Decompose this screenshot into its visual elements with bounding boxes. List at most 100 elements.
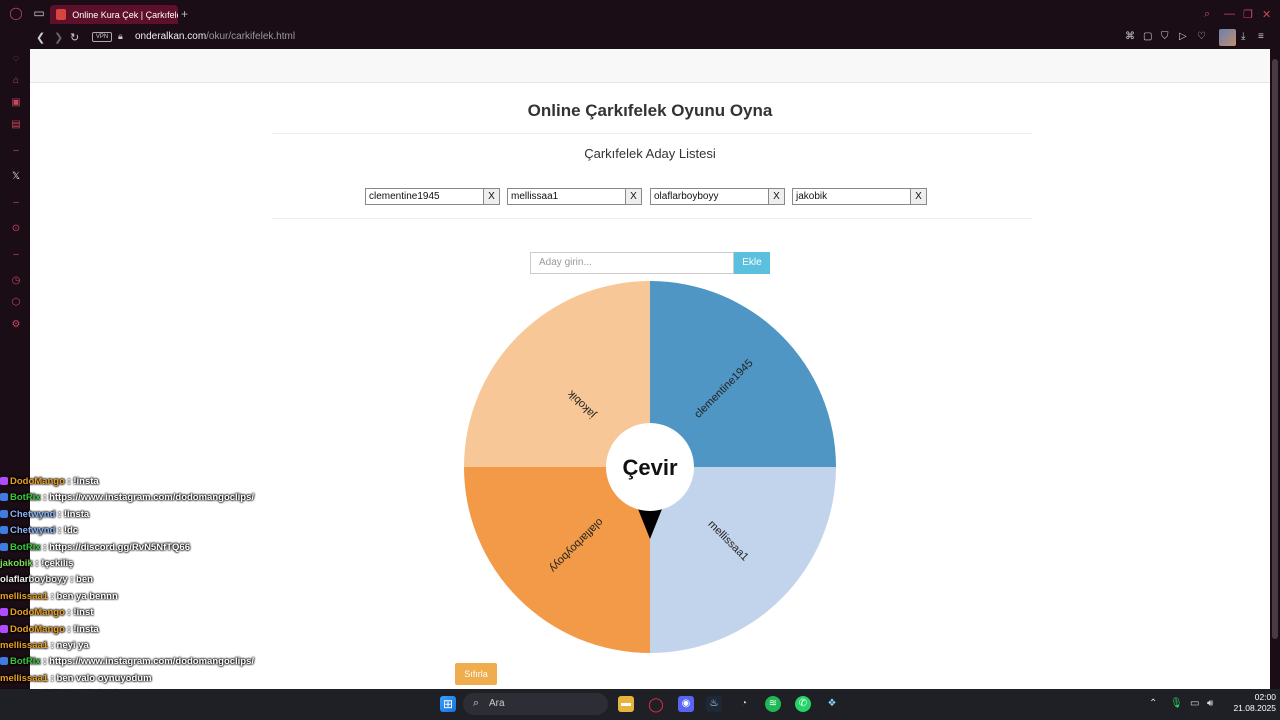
history-icon[interactable]: ◷ bbox=[10, 275, 22, 287]
player-icon[interactable]: ⊙ bbox=[10, 223, 22, 235]
chat-text: : !insta bbox=[55, 508, 90, 520]
candidate-name-field[interactable]: clementine1945 bbox=[365, 188, 484, 205]
page-scrollbar[interactable] bbox=[1270, 49, 1280, 689]
news-icon[interactable]: ▤ bbox=[10, 119, 22, 131]
opera-icon[interactable]: ◯ bbox=[648, 696, 664, 712]
new-tab-button[interactable]: + bbox=[181, 7, 188, 21]
search-tabs-icon[interactable]: ⌕ bbox=[1204, 8, 1210, 21]
wheel[interactable]: clementine1945 mellissaa1 olaflarboyboyy… bbox=[464, 281, 836, 653]
opera-logo-icon[interactable]: ◯ bbox=[9, 6, 23, 20]
candidate-name-field[interactable]: mellissaa1 bbox=[507, 188, 626, 205]
aria-icon[interactable]: ◌ bbox=[10, 53, 22, 65]
clock-time: 02:00 bbox=[1254, 692, 1276, 702]
back-icon[interactable]: ❮ bbox=[36, 31, 45, 44]
chat-username: mellissaa1 bbox=[0, 640, 49, 652]
mic-badge-icon bbox=[0, 608, 8, 617]
chat-text: : !inst bbox=[64, 607, 94, 619]
chat-username: olaflarboyboyy bbox=[0, 574, 68, 586]
chat-username: Chetwynd bbox=[10, 508, 56, 520]
candidate-name-field[interactable]: olaflarboyboyy bbox=[650, 188, 769, 205]
scrollbar-thumb[interactable] bbox=[1272, 59, 1278, 639]
chat-message: BotRix : https://discord.gg/RvN5NfTQ66 bbox=[0, 540, 300, 556]
candidate-name-field[interactable]: jakobik bbox=[792, 188, 911, 205]
remove-candidate-button[interactable]: X bbox=[911, 188, 927, 205]
extensions-icon[interactable]: ⬡ bbox=[10, 297, 22, 309]
display-icon[interactable]: ▭ bbox=[1190, 698, 1199, 709]
candidate-item: olaflarboyboyy X bbox=[650, 188, 785, 205]
candidate-input[interactable]: Aday girin... bbox=[530, 252, 734, 274]
heart-icon[interactable]: ♡ bbox=[1197, 31, 1206, 42]
spotify-icon[interactable]: ≋ bbox=[765, 696, 781, 712]
vpn-badge[interactable]: VPN bbox=[92, 32, 112, 42]
mic-badge-icon bbox=[0, 624, 8, 633]
candidate-item: clementine1945 X bbox=[365, 188, 500, 205]
divider bbox=[272, 218, 1032, 219]
tab-island-icon[interactable]: ▭ bbox=[32, 6, 46, 20]
url-field[interactable]: onderalkan.com/okur/carkifelek.html bbox=[135, 31, 295, 42]
file-explorer-icon[interactable]: ▬ bbox=[618, 696, 634, 712]
sub-badge-icon bbox=[0, 509, 8, 518]
divider-icon: – bbox=[13, 249, 19, 260]
lock-icon: 🔒︎ bbox=[118, 31, 123, 41]
tray-overflow-icon[interactable]: ⌃ bbox=[1149, 698, 1157, 709]
chat-username: mellissaa1 bbox=[0, 672, 49, 684]
microphone-icon[interactable]: 🎙︎ bbox=[1170, 698, 1183, 709]
candidate-item: jakobik X bbox=[792, 188, 927, 205]
chat-username: DodoMango bbox=[10, 623, 65, 635]
bot-badge-icon bbox=[0, 657, 8, 666]
x-twitter-icon[interactable]: 𝕏 bbox=[10, 171, 22, 183]
clock-date: 21.08.2025 bbox=[1233, 703, 1276, 713]
download-icon[interactable]: ⤓ bbox=[1241, 31, 1245, 42]
close-icon[interactable]: ✕ bbox=[1262, 8, 1271, 21]
snapshot-icon[interactable]: ▢ bbox=[1143, 31, 1152, 42]
taskbar-clock[interactable]: 02:00 21.08.2025 bbox=[1228, 692, 1276, 714]
chat-username: BotRix bbox=[10, 656, 41, 668]
bookmark-icon[interactable]: ⌘ bbox=[1125, 31, 1135, 42]
maximize-icon[interactable]: ❐ bbox=[1243, 8, 1253, 21]
player-icon[interactable]: ▷ bbox=[1179, 31, 1187, 42]
chat-message: Chetwynd : !insta bbox=[0, 507, 300, 523]
taskbar-search-label: Ara bbox=[489, 698, 505, 709]
chat-text: : !insta bbox=[64, 476, 99, 487]
settings-icon[interactable]: ⚙ bbox=[10, 319, 22, 331]
chat-username: Chetwynd bbox=[10, 525, 56, 537]
avatar[interactable] bbox=[1219, 29, 1236, 46]
remove-candidate-button[interactable]: X bbox=[626, 188, 642, 205]
search-icon: ⌕ bbox=[473, 697, 480, 709]
shield-icon[interactable]: ⛉ bbox=[1161, 31, 1169, 42]
volume-icon[interactable]: 🔊︎ bbox=[1207, 698, 1213, 709]
chat-text: : ben bbox=[67, 574, 93, 586]
chat-text: : ben valo oynuyodum bbox=[48, 672, 152, 684]
twitch-icon[interactable]: ▣ bbox=[10, 97, 22, 109]
divider-icon: – bbox=[13, 145, 19, 156]
minimize-icon[interactable]: — bbox=[1224, 8, 1235, 20]
spin-button[interactable]: Çevir bbox=[622, 455, 677, 480]
reload-icon[interactable]: ↻ bbox=[70, 31, 79, 44]
chat-text: : ben ya bennn bbox=[48, 590, 118, 602]
chat-text: : !dc bbox=[55, 525, 79, 537]
riot-client-icon[interactable]: ◔ bbox=[736, 696, 752, 712]
forward-icon[interactable]: ❯ bbox=[54, 31, 63, 44]
tab-title: Online Kura Çek | Çarkıfelek bbox=[72, 9, 178, 20]
candidate-item: mellissaa1 X bbox=[507, 188, 642, 205]
start-icon[interactable]: ⊞ bbox=[440, 696, 456, 712]
whatsapp-icon[interactable]: ✆ bbox=[795, 696, 811, 712]
remove-candidate-button[interactable]: X bbox=[769, 188, 785, 205]
browser-tab-strip: ◯ ▭ Online Kura Çek | Çarkıfelek + ⌕ — ❐… bbox=[0, 0, 1280, 27]
chat-message: BotRix : https://www.instagram.com/dodom… bbox=[0, 490, 300, 506]
remove-candidate-button[interactable]: X bbox=[484, 188, 500, 205]
url-path: /okur/carkifelek.html bbox=[206, 31, 296, 42]
discord-icon[interactable]: ◉ bbox=[678, 696, 694, 712]
taskbar-search[interactable]: ⌕ Ara bbox=[463, 693, 608, 715]
reset-button[interactable]: Sıfırla bbox=[455, 663, 497, 685]
menu-icon[interactable]: ≡ bbox=[1258, 31, 1264, 42]
app-icon[interactable]: ❖ bbox=[824, 696, 840, 712]
add-candidate-button[interactable]: Ekle bbox=[734, 252, 770, 274]
chat-text: : !çekiliş bbox=[32, 558, 74, 570]
chat-message: DodoMango : !inst bbox=[0, 605, 300, 621]
divider-icon: – bbox=[13, 197, 19, 208]
tab-active[interactable]: Online Kura Çek | Çarkıfelek bbox=[50, 5, 178, 24]
shopping-icon[interactable]: ⌂ bbox=[10, 75, 22, 87]
chat-username: DodoMango bbox=[10, 607, 65, 619]
steam-icon[interactable]: ♨ bbox=[706, 696, 722, 712]
